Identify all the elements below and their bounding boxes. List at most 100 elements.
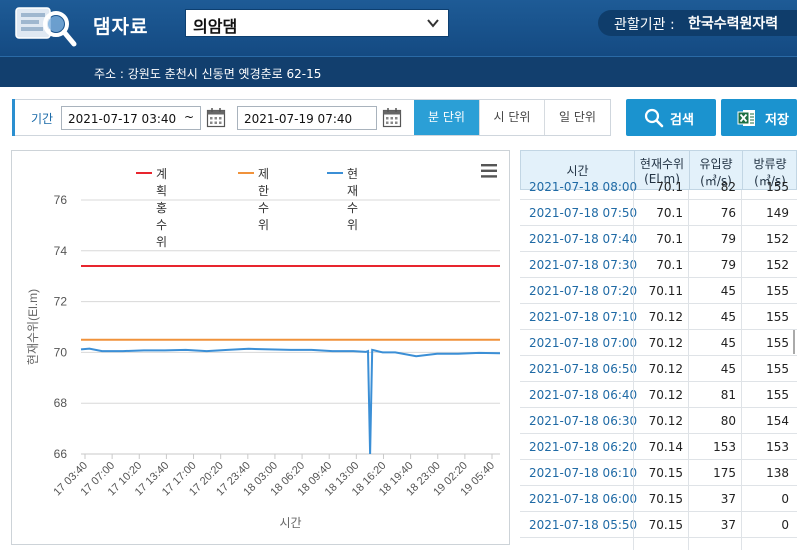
- column-header-label: 유입량: [699, 157, 733, 171]
- cell-outflow: 154: [766, 414, 789, 428]
- cell-level: 70.12: [648, 362, 683, 376]
- start-date-value: 2021-07-17 03:40: [68, 112, 177, 126]
- filter-bar: 기간 2021-07-17 03:40 ~ 2021-07-19 07:40 분…: [12, 99, 611, 136]
- dam-search-logo-icon: [15, 7, 77, 47]
- cell-time: 2021-07-18 07:00: [529, 336, 638, 350]
- y-tick-label: 68: [54, 396, 68, 410]
- cell-inflow: 45: [720, 362, 736, 376]
- cell-outflow: 155: [766, 388, 789, 402]
- cell-time: 2021-07-18 06:20: [529, 440, 638, 454]
- cell-outflow: 152: [766, 232, 789, 246]
- cell-outflow: 152: [766, 258, 789, 272]
- cell-level: 70.12: [648, 310, 683, 324]
- column-header-label: 방류량: [753, 157, 787, 171]
- agency-name: 한국수력원자력: [688, 16, 779, 32]
- tab-minute-unit[interactable]: 분 단위: [414, 100, 479, 135]
- cell-time: 2021-07-18 05:50: [529, 518, 638, 532]
- cell-inflow: 37: [720, 518, 736, 532]
- cell-time: 2021-07-18 08:00: [529, 180, 638, 194]
- page-title: 댐자료: [93, 16, 149, 38]
- end-date-input[interactable]: 2021-07-19 07:40: [237, 106, 377, 130]
- cell-time: 2021-07-18 07:30: [529, 258, 638, 272]
- cell-inflow: 45: [720, 336, 736, 350]
- cell-outflow: 155: [766, 336, 789, 350]
- table-row[interactable]: 2021-07-18 06:30 70.12 80 154: [520, 408, 797, 434]
- table-row[interactable]: 2021-07-18 06:40 70.12 81 155: [520, 382, 797, 408]
- table-row[interactable]: 2021-07-18 06:20 70.14 153 153: [520, 434, 797, 460]
- cell-inflow: 37: [720, 492, 736, 506]
- period-label: 기간: [31, 112, 54, 126]
- table-row[interactable]: 2021-07-18 07:10 70.12 45 155: [520, 304, 797, 330]
- cell-inflow: 82: [720, 180, 736, 194]
- cell-inflow: 175: [713, 466, 736, 480]
- cell-inflow: 45: [720, 310, 736, 324]
- table-row[interactable]: 2021-07-18 05:50 70.15 37 0: [520, 512, 797, 538]
- cell-inflow: 153: [713, 440, 736, 454]
- y-tick-label: 66: [54, 447, 68, 461]
- save-button-label: 저장: [765, 113, 789, 128]
- address-bar: 주소 : 강원도 춘천시 신동면 옛경춘로 62-15: [0, 56, 797, 87]
- y-tick-label: 74: [54, 244, 68, 258]
- search-icon: [644, 108, 664, 128]
- table-row[interactable]: 2021-07-18 08:00 70.1 82 155: [520, 174, 797, 200]
- table-row[interactable]: 2021-07-18 06:50 70.12 45 155: [520, 356, 797, 382]
- table-row[interactable]: 2021-07-18 07:40 70.1 79 152: [520, 226, 797, 252]
- cell-inflow: 79: [720, 232, 736, 246]
- cell-inflow: 79: [720, 258, 736, 272]
- search-button[interactable]: 검색: [626, 99, 716, 136]
- y-axis-title: 현재수위(El.m): [26, 289, 40, 365]
- cell-outflow: 155: [766, 362, 789, 376]
- table-row[interactable]: 2021-07-18 06:10 70.15 175 138: [520, 460, 797, 486]
- calendar-icon[interactable]: [382, 107, 402, 128]
- table-row[interactable]: 2021-07-18 07:00 70.12 45 155: [520, 330, 797, 356]
- cell-time: 2021-07-18 07:40: [529, 232, 638, 246]
- table-row[interactable]: 2021-07-18 07:50 70.1 76 149: [520, 200, 797, 226]
- save-excel-button[interactable]: 저장: [721, 99, 797, 136]
- y-tick-label: 76: [54, 193, 68, 207]
- start-date-input[interactable]: 2021-07-17 03:40 ~: [61, 106, 201, 130]
- series-line-2: [80, 347, 501, 455]
- cell-time: 2021-07-18 06:40: [529, 388, 638, 402]
- filter-accent: [12, 99, 15, 136]
- column-header-label: 현재수위: [639, 157, 685, 171]
- water-level-line-chart: 76747270686617 03:4017 07:0017 10:2017 1…: [26, 193, 501, 530]
- cell-time: 2021-07-18 06:30: [529, 414, 638, 428]
- cell-level: 70.12: [648, 336, 683, 350]
- table-row[interactable]: 2021-07-18 06:00 70.15 37 0: [520, 486, 797, 512]
- cell-level: 70.15: [648, 518, 683, 532]
- tab-hour-unit[interactable]: 시 단위: [479, 100, 544, 135]
- dam-select[interactable]: 의암댐: [185, 9, 449, 37]
- cell-inflow: 80: [720, 414, 736, 428]
- cell-level: 70.15: [648, 492, 683, 506]
- table-row[interactable]: 2021-07-18 07:30 70.1 79 152: [520, 252, 797, 278]
- cell-inflow: 81: [720, 388, 736, 402]
- y-tick-label: 72: [54, 295, 68, 309]
- table-scrollbar[interactable]: [793, 330, 795, 354]
- cell-inflow: 76: [720, 206, 736, 220]
- cell-level: 70.1: [656, 206, 683, 220]
- column-divider: [633, 190, 634, 550]
- tab-day-unit[interactable]: 일 단위: [544, 100, 610, 135]
- app-header: 댐자료 의암댐 관할기관 : 한국수력원자력: [0, 0, 797, 56]
- cell-level: 70.12: [648, 414, 683, 428]
- data-table: 시간 현재수위 (El.m) 유입량 (㎥/s) 방류량 (㎥/s) 2021-…: [520, 150, 797, 550]
- cell-inflow: 45: [720, 284, 736, 298]
- cell-outflow: 0: [781, 518, 789, 532]
- cell-level: 70.1: [656, 232, 683, 246]
- table-row[interactable]: 2021-07-18 07:20 70.11 45 155: [520, 278, 797, 304]
- calendar-icon[interactable]: [206, 107, 226, 128]
- search-button-label: 검색: [670, 113, 694, 128]
- dam-address: 주소 : 강원도 춘천시 신동면 옛경춘로 62-15: [94, 67, 322, 81]
- cell-outflow: 155: [766, 180, 789, 194]
- cell-time: 2021-07-18 06:10: [529, 466, 638, 480]
- end-date-value: 2021-07-19 07:40: [244, 112, 353, 126]
- cell-time: 2021-07-18 06:50: [529, 362, 638, 376]
- chevron-down-icon: [427, 19, 439, 28]
- cell-level: 70.14: [648, 440, 683, 454]
- range-separator: ~: [183, 110, 194, 124]
- dam-select-value: 의암댐: [193, 17, 238, 36]
- cell-time: 2021-07-18 06:00: [529, 492, 638, 506]
- cell-level: 70.12: [648, 388, 683, 402]
- cell-level: 70.1: [656, 258, 683, 272]
- cell-level: 70.11: [648, 284, 683, 298]
